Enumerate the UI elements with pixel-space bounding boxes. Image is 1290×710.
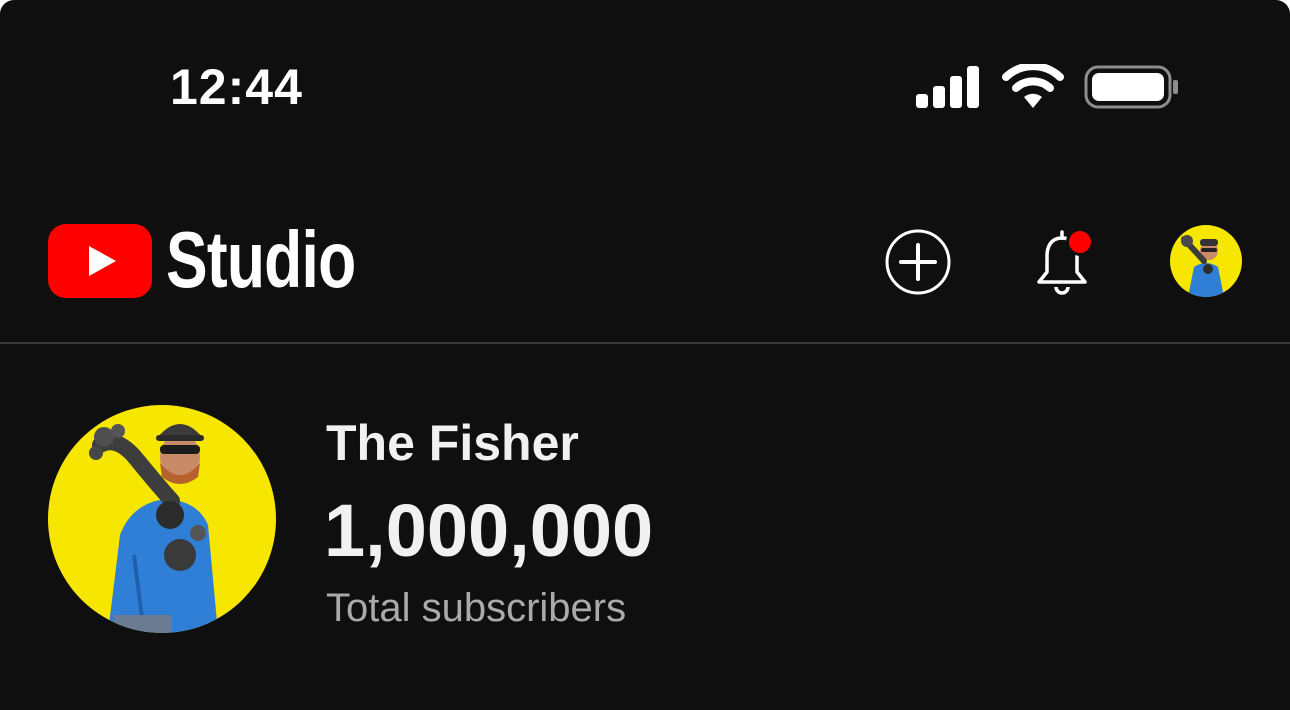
notification-bell-icon[interactable] <box>1030 224 1100 296</box>
status-time: 12:44 <box>170 59 303 115</box>
cellular-signal-icon <box>916 66 979 108</box>
channel-name: The Fisher <box>326 415 579 471</box>
app-header: Studio <box>0 200 1290 344</box>
subscriber-count: 1,000,000 <box>324 489 654 572</box>
channel-avatar[interactable] <box>48 405 276 633</box>
subscriber-label: Total subscribers <box>326 586 627 630</box>
create-plus-icon[interactable] <box>884 228 952 296</box>
app-title: Studio <box>166 215 356 304</box>
app-screen: 12:44 Studio The Fisher 1,000,000 Total … <box>0 0 1290 710</box>
account-avatar[interactable] <box>1170 225 1242 297</box>
battery-icon <box>1084 65 1178 109</box>
youtube-logo-icon[interactable] <box>48 224 152 298</box>
wifi-icon <box>1002 64 1064 108</box>
